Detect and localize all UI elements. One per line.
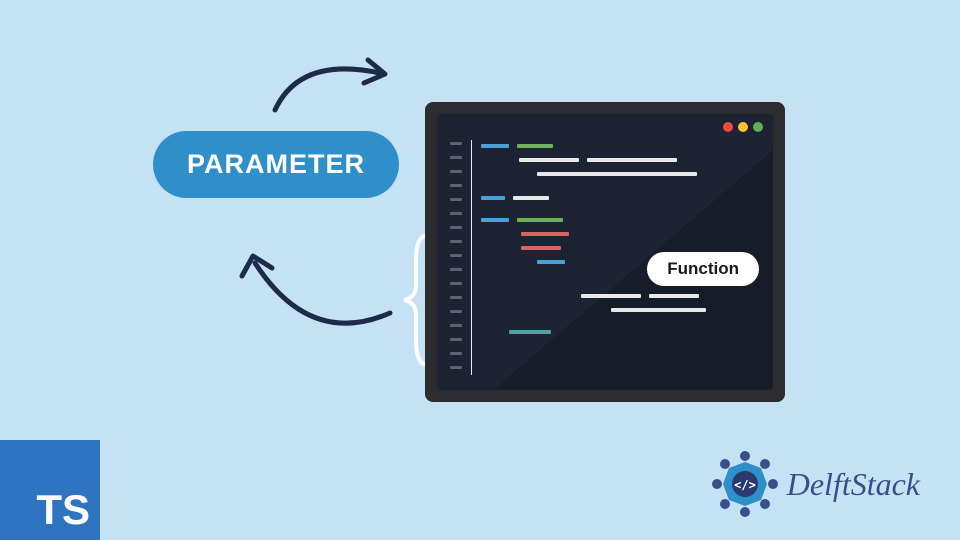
monitor-screen: Function bbox=[437, 114, 773, 390]
curved-arrow-top-icon bbox=[260, 48, 440, 128]
window-controls bbox=[723, 122, 763, 132]
svg-text:</>: </> bbox=[734, 478, 756, 492]
typescript-logo: TS bbox=[0, 440, 100, 540]
delftstack-logo: </> DelftStack bbox=[711, 450, 920, 518]
ts-logo-text: TS bbox=[36, 486, 90, 534]
function-badge: Function bbox=[647, 252, 759, 286]
delftstack-text: DelftStack bbox=[787, 466, 920, 503]
maximize-dot-icon bbox=[753, 122, 763, 132]
code-area bbox=[481, 144, 763, 344]
curved-arrow-bottom-icon bbox=[220, 218, 420, 338]
code-divider bbox=[471, 140, 472, 375]
delftstack-emblem-icon: </> bbox=[711, 450, 779, 518]
code-monitor: Function bbox=[425, 102, 785, 402]
monitor-frame: Function bbox=[425, 102, 785, 402]
close-dot-icon bbox=[723, 122, 733, 132]
parameter-badge: PARAMETER bbox=[153, 131, 399, 198]
minimize-dot-icon bbox=[738, 122, 748, 132]
line-gutter bbox=[445, 142, 467, 369]
